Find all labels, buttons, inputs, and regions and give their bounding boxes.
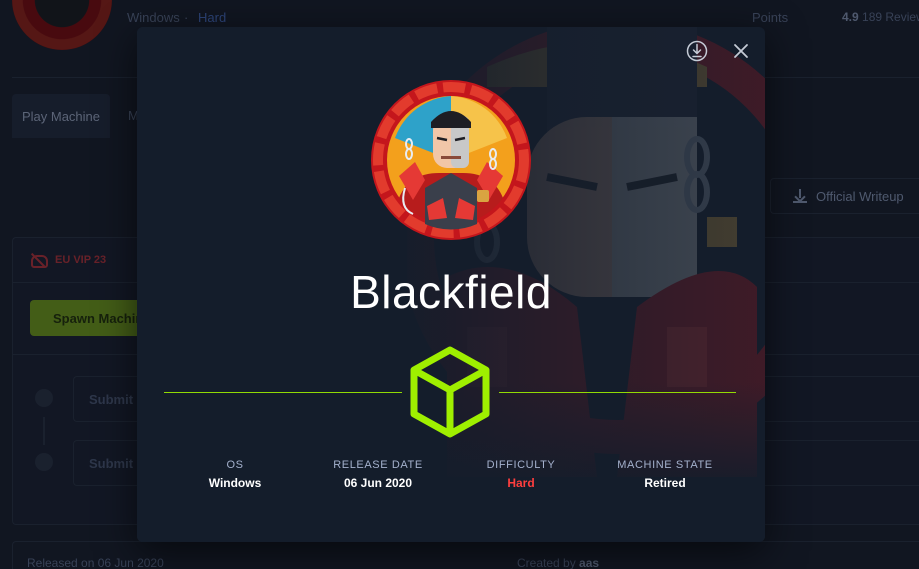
stat-label: MACHINE STATE	[617, 459, 713, 471]
stat-os: OS Windows	[165, 459, 305, 490]
stat-release-date: RELEASE DATE 06 Jun 2020	[308, 459, 448, 490]
stat-label: RELEASE DATE	[333, 459, 423, 471]
download-icon[interactable]	[685, 39, 709, 63]
stat-label: OS	[226, 459, 244, 471]
stat-label: DIFFICULTY	[486, 459, 556, 471]
machine-title: Blackfield	[350, 266, 552, 318]
stat-value: Windows	[208, 476, 262, 490]
stat-difficulty: DIFFICULTY Hard	[451, 459, 591, 490]
stat-machine-state: MACHINE STATE Retired	[595, 459, 735, 490]
divider-line	[164, 392, 402, 393]
machine-logo	[371, 80, 531, 240]
machine-info-modal: Blackfield OS Windows RELEASE DATE 06 Ju…	[137, 27, 765, 542]
close-icon[interactable]	[729, 39, 753, 63]
stat-value: 06 Jun 2020	[343, 476, 413, 490]
stat-value: Retired	[644, 476, 686, 490]
stat-value: Hard	[507, 476, 535, 490]
cube-icon	[410, 346, 490, 438]
divider-line	[499, 392, 736, 393]
